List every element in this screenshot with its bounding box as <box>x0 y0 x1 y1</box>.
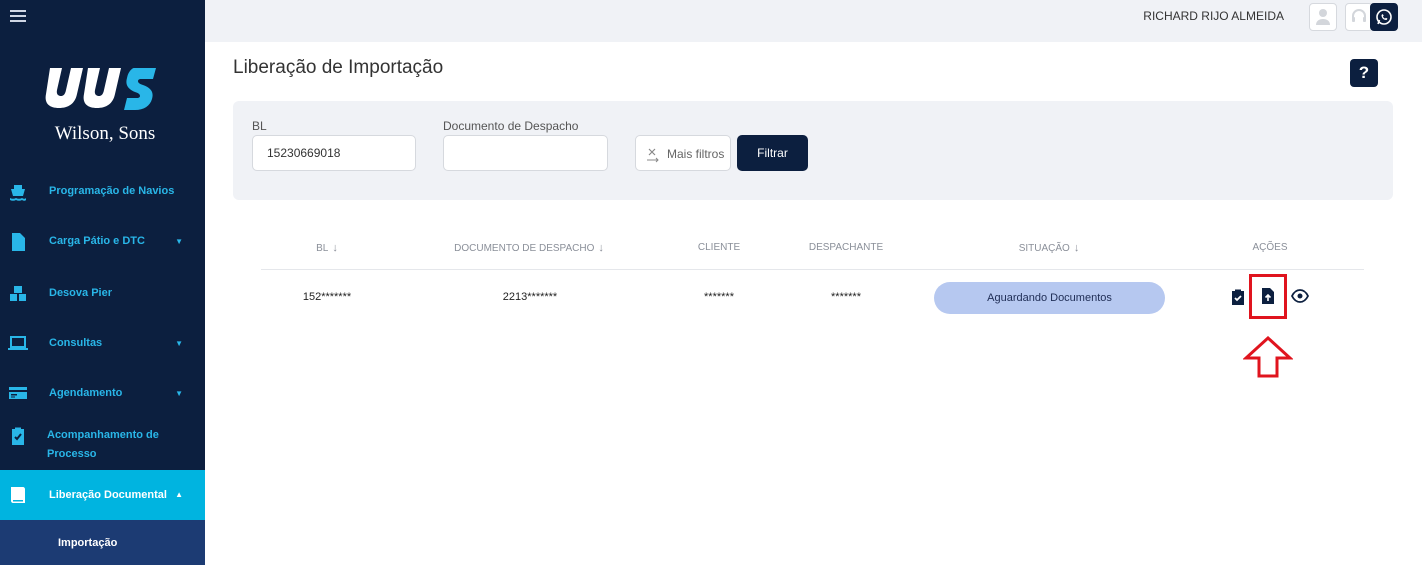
bl-label: BL <box>252 119 267 133</box>
column-header-situacao[interactable]: SITUAÇÃO ↓ <box>1019 242 1080 254</box>
brand-logo: Wilson, Sons <box>40 66 170 146</box>
whatsapp-icon <box>1376 9 1392 25</box>
nav-sub-label: Importação <box>58 537 118 549</box>
nav-agendamento[interactable]: Agendamento ▼ <box>0 382 205 406</box>
clipboard-check-icon <box>12 427 24 445</box>
column-header-documento[interactable]: DOCUMENTO DE DESPACHO ↓ <box>454 242 604 254</box>
cell-cliente: ******* <box>704 291 734 303</box>
nav-label: Desova Pier <box>49 287 112 299</box>
header-divider <box>261 269 1364 270</box>
nav-label: Liberação Documental <box>49 489 167 501</box>
brand-name: Wilson, Sons <box>54 123 156 144</box>
document-icon <box>12 233 25 251</box>
page-title: Liberação de Importação <box>233 57 444 78</box>
nav-label: Consultas <box>49 337 103 349</box>
eye-icon[interactable] <box>1291 289 1309 303</box>
chevron-down-icon: ▼ <box>175 389 183 398</box>
up-arrow-annotation-icon <box>1243 336 1293 378</box>
nav-carga-patio[interactable]: Carga Pátio e DTC ▼ <box>0 230 205 254</box>
help-button[interactable]: ? <box>1350 59 1378 87</box>
bl-input[interactable] <box>252 135 416 171</box>
user-profile-button[interactable] <box>1309 3 1337 31</box>
sidebar: Wilson, Sons Programação de Navios Carga… <box>0 0 205 565</box>
sort-arrow-icon: ↓ <box>598 242 604 254</box>
sort-arrow-icon: ↓ <box>332 242 338 254</box>
filter-button[interactable]: Filtrar <box>737 135 808 171</box>
ship-icon <box>10 185 26 201</box>
more-filters-label: Mais filtros <box>667 147 725 161</box>
cell-bl: 152******* <box>302 291 352 303</box>
user-name: RICHARD RIJO ALMEIDA <box>1143 9 1284 23</box>
nav-label: Carga Pátio e DTC <box>49 235 145 247</box>
column-header-cliente: CLIENTE <box>698 242 740 253</box>
nav-desova-pier[interactable]: Desova Pier <box>0 282 205 306</box>
sort-arrow-icon: ↓ <box>1073 242 1080 254</box>
chevron-down-icon: ▼ <box>175 339 183 348</box>
header-label: SITUAÇÃO <box>1018 243 1070 254</box>
column-header-acoes: AÇÕES <box>1252 242 1287 253</box>
support-button[interactable] <box>1345 3 1373 31</box>
more-filters-button[interactable]: Mais filtros <box>635 135 731 171</box>
top-bar: RICHARD RIJO ALMEIDA <box>205 0 1422 42</box>
whatsapp-button[interactable] <box>1370 3 1398 31</box>
nav-liberacao-documental[interactable]: Liberação Documental ▲ <box>0 470 205 520</box>
highlight-box <box>1249 274 1287 319</box>
cell-documento: 2213******* <box>502 291 558 303</box>
header-label: BL <box>316 243 329 254</box>
header-label: AÇÕES <box>1252 242 1288 253</box>
nav-sub-importacao[interactable]: Importação <box>0 520 205 565</box>
nav-consultas[interactable]: Consultas ▼ <box>0 332 205 356</box>
laptop-icon <box>8 336 28 350</box>
clipboard-check-icon[interactable] <box>1231 289 1245 305</box>
chevron-up-icon: ▲ <box>175 490 183 499</box>
nav-programacao-navios[interactable]: Programação de Navios <box>0 180 205 204</box>
headset-icon <box>1352 9 1366 22</box>
chevron-down-icon: ▼ <box>175 237 183 246</box>
menu-icon[interactable] <box>10 10 26 24</box>
filter-clear-icon <box>647 148 659 163</box>
boxes-icon <box>10 286 26 301</box>
column-header-bl[interactable]: BL ↓ <box>316 242 338 254</box>
book-icon <box>11 487 25 503</box>
nav-label: Agendamento <box>49 387 123 399</box>
despacho-input[interactable] <box>443 135 608 171</box>
card-icon <box>9 387 27 399</box>
wilson-sons-logo-mark <box>45 68 156 110</box>
header-label: DOCUMENTO DE DESPACHO <box>454 243 595 254</box>
status-badge: Aguardando Documentos <box>934 282 1165 314</box>
nav-label: Programação de Navios <box>49 185 175 197</box>
despacho-label: Documento de Despacho <box>443 119 579 133</box>
nav-label: Acompanhamento de Processo <box>47 429 159 460</box>
filter-panel: BL Documento de Despacho Mais filtros Fi… <box>233 101 1393 200</box>
column-header-despachante: DESPACHANTE <box>809 242 883 253</box>
nav-acompanhamento[interactable]: Acompanhamento de Processo <box>0 424 205 466</box>
header-label: DESPACHANTE <box>808 242 884 253</box>
header-label: CLIENTE <box>697 242 741 253</box>
user-icon <box>1316 9 1330 25</box>
cell-despachante: ******* <box>831 291 861 303</box>
